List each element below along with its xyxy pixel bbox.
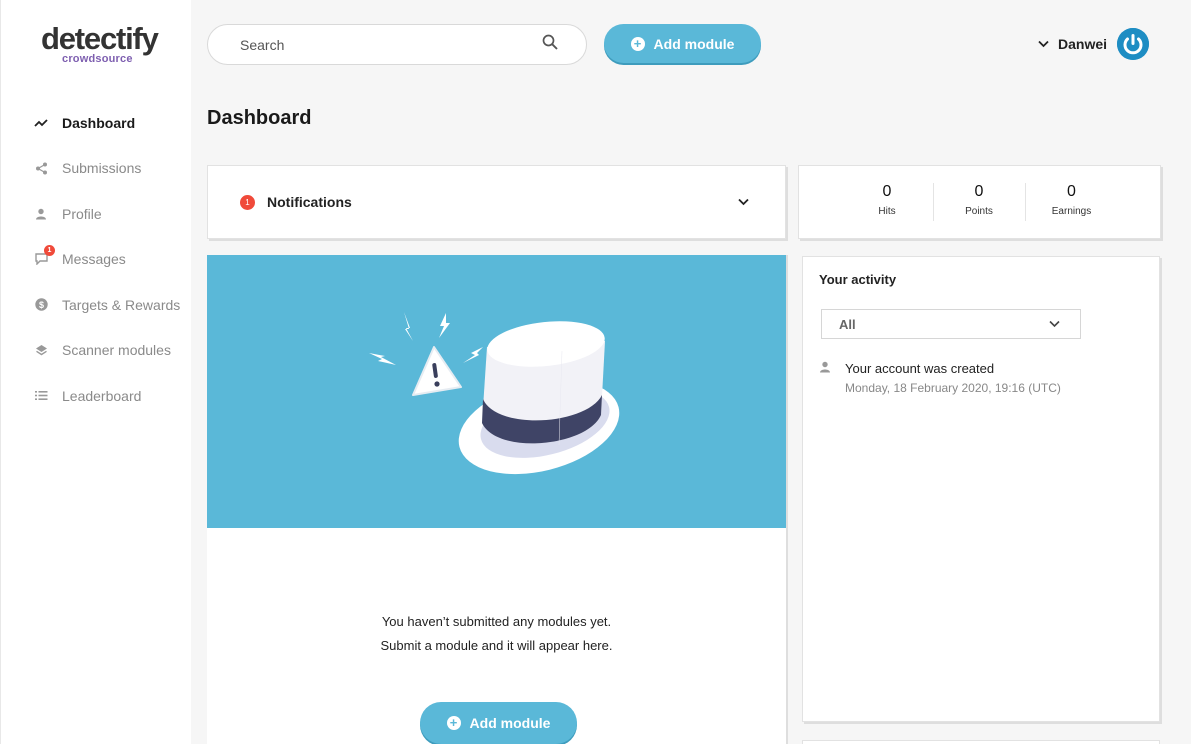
sidebar: detectify crowdsource Dashboard Submissi… — [0, 0, 191, 744]
add-module-button[interactable]: + Add module — [604, 24, 761, 63]
chevron-down-icon — [1038, 35, 1049, 53]
activity-title: Your activity — [819, 272, 897, 287]
sidebar-item-leaderboard[interactable]: Leaderboard — [1, 373, 192, 419]
search-input[interactable]: Search — [207, 24, 587, 65]
sidebar-item-submissions[interactable]: Submissions — [1, 146, 192, 192]
activity-filter-select[interactable]: All — [821, 309, 1081, 339]
list-icon — [33, 388, 49, 404]
sidebar-item-scanner-modules[interactable]: Scanner modules — [1, 328, 192, 374]
stat-label: Earnings — [1051, 206, 1092, 217]
sidebar-item-label: Scanner modules — [62, 342, 171, 359]
stat-label: Points — [965, 206, 993, 217]
power-icon — [1117, 28, 1149, 60]
sidebar-item-targets-rewards[interactable]: $ Targets & Rewards — [1, 282, 192, 328]
modules-empty-state: You haven’t submitted any modules yet. S… — [207, 255, 786, 744]
chevron-down-icon[interactable] — [738, 193, 749, 211]
notifications-label: Notifications — [267, 194, 352, 210]
trend-icon — [33, 115, 49, 131]
empty-state-line-1: You haven’t submitted any modules yet. — [381, 614, 612, 629]
person-icon — [819, 360, 831, 395]
stats-panel: 0 Hits 0 Points 0 Earnings — [798, 165, 1161, 239]
notifications-badge: 1 — [240, 194, 255, 210]
add-module-label: Add module — [653, 35, 735, 52]
secondary-card — [802, 740, 1160, 744]
sidebar-item-label: Profile — [62, 205, 102, 222]
user-menu[interactable]: Danwei — [1038, 28, 1107, 60]
dollar-icon: $ — [33, 297, 49, 313]
share-icon — [33, 160, 49, 176]
sidebar-item-label: Dashboard — [62, 114, 136, 131]
svg-text:$: $ — [38, 300, 43, 310]
page-title: Dashboard — [207, 107, 312, 129]
stat-label: Hits — [878, 206, 896, 217]
sidebar-item-label: Messages — [62, 251, 126, 268]
empty-state-line-2: Submit a module and it will appear here. — [380, 638, 613, 653]
add-module-label: Add module — [469, 715, 551, 731]
hero-banner — [207, 255, 786, 528]
activity-panel: Your activity All Your account was creat… — [802, 256, 1160, 722]
stat-hits: 0 Hits — [842, 183, 934, 221]
stat-value: 0 — [1067, 183, 1076, 200]
user-name: Danwei — [1058, 36, 1108, 52]
chevron-down-icon — [1049, 315, 1060, 333]
stat-earnings: 0 Earnings — [1026, 183, 1118, 221]
sidebar-item-label: Leaderboard — [62, 387, 142, 404]
notifications-panel[interactable]: 1 Notifications — [207, 165, 786, 239]
activity-item-title: Your account was created — [845, 361, 995, 376]
logo-wordmark: detectify — [41, 21, 159, 56]
layers-icon — [33, 342, 49, 358]
stat-value: 0 — [974, 183, 984, 200]
stat-value: 0 — [882, 183, 892, 200]
logo-subtitle: crowdsource — [62, 53, 133, 65]
activity-item: Your account was created Monday, 18 Febr… — [819, 360, 1061, 395]
sidebar-item-label: Submissions — [62, 160, 142, 177]
sidebar-item-dashboard[interactable]: Dashboard — [1, 100, 192, 146]
plus-icon: + — [630, 36, 645, 51]
add-module-button-secondary[interactable]: + Add module — [420, 702, 577, 744]
person-icon — [33, 206, 49, 222]
avatar[interactable] — [1117, 28, 1149, 60]
activity-item-timestamp: Monday, 18 February 2020, 19:16 (UTC) — [845, 381, 1061, 395]
top-hat-illustration — [369, 312, 620, 475]
sidebar-item-messages[interactable]: 1 Messages — [1, 237, 192, 283]
sidebar-item-profile[interactable]: Profile — [1, 191, 192, 237]
sidebar-nav: Dashboard Submissions Profile 1 Messages… — [1, 100, 192, 419]
chat-icon: 1 — [33, 245, 55, 267]
stat-points: 0 Points — [934, 183, 1026, 221]
plus-icon: + — [446, 716, 461, 730]
empty-state-message: You haven’t submitted any modules yet. S… — [207, 610, 786, 658]
sidebar-item-label: Targets & Rewards — [62, 296, 181, 313]
search-icon[interactable] — [542, 34, 558, 55]
search-placeholder: Search — [240, 36, 285, 53]
activity-filter-value: All — [839, 316, 856, 332]
messages-badge: 1 — [44, 245, 55, 257]
logo[interactable]: detectify crowdsource — [41, 21, 171, 66]
